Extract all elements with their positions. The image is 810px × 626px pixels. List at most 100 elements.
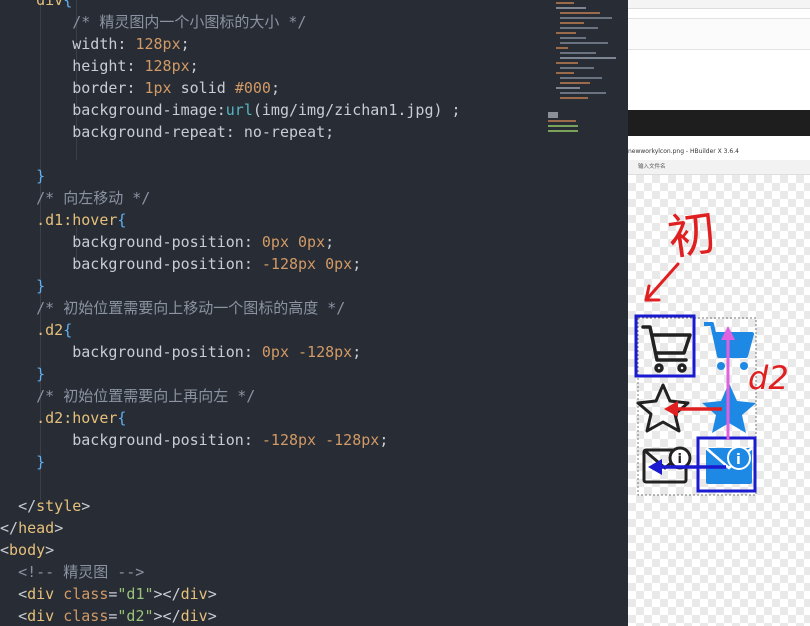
- code-token: "d2": [117, 607, 154, 625]
- code-token: div: [27, 585, 55, 603]
- code-token: ;: [325, 233, 335, 251]
- code-token: {: [117, 409, 127, 427]
- code-token: "d1": [117, 585, 154, 603]
- code-token: : no-repeat;: [225, 123, 335, 141]
- code-editor[interactable]: div{ /* 精灵图内一个小图标的大小 */ width: 128px; he…: [0, 0, 628, 626]
- code-token: div: [180, 585, 208, 603]
- code-token: #000: [234, 79, 271, 97]
- code-line: /* 精灵图内一个小图标的大小 */: [0, 11, 461, 33]
- code-token: background-position: [72, 255, 244, 273]
- code-token: </: [18, 497, 37, 515]
- code-token: /* 初始位置需要向上再向左 */: [36, 387, 256, 405]
- code-token: <: [18, 585, 28, 603]
- dark-band: [628, 110, 810, 136]
- code-line: background-repeat: no-repeat;: [0, 121, 461, 143]
- code-token: /* 向左移动 */: [36, 189, 151, 207]
- image-preview-window: newworkylcon.png - HBuilder X 3.6.4 输入文件…: [628, 0, 810, 626]
- search-placeholder: 输入文件名: [638, 164, 666, 170]
- code-line: background-position: 0px -128px;: [0, 341, 461, 363]
- code-token: background-position: [72, 233, 244, 251]
- code-line: div{: [0, 0, 461, 11]
- code-line: /* 初始位置需要向上移动一个图标的高度 */: [0, 297, 461, 319]
- code-token: background-image: [72, 101, 217, 119]
- code-token: class: [54, 585, 109, 603]
- code-token: ;: [352, 255, 362, 273]
- code-token: height: [72, 57, 127, 75]
- code-token: .d2:hover: [36, 409, 118, 427]
- code-token: /* 初始位置需要向上移动一个图标的高度 */: [36, 299, 346, 317]
- code-line: background-position: 0px 0px;: [0, 231, 461, 253]
- code-token: </: [0, 519, 19, 537]
- code-token: head: [18, 519, 55, 537]
- code-line: </style>: [0, 495, 461, 517]
- minimap[interactable]: [540, 0, 626, 140]
- code-line: <div class="d1"></div>: [0, 583, 461, 605]
- code-token: >: [81, 497, 91, 515]
- code-line: background-position: -128px -128px;: [0, 429, 461, 451]
- code-line: }: [0, 275, 461, 297]
- annotation-arrow-icon: [644, 262, 680, 302]
- code-token: url: [225, 101, 253, 119]
- code-line: width: 128px;: [0, 33, 461, 55]
- code-token: }: [36, 277, 46, 295]
- code-token: -128px -128px: [261, 431, 380, 449]
- code-token: ;: [379, 431, 389, 449]
- code-token: ></: [153, 607, 181, 625]
- file-search[interactable]: 输入文件名: [628, 160, 810, 175]
- code-token: :: [117, 35, 136, 53]
- code-token: ;: [189, 57, 199, 75]
- annotation-top: 初: [664, 205, 719, 267]
- code-token: >: [207, 585, 217, 603]
- code-line: <div class="d2"></div>: [0, 605, 461, 626]
- code-token: {: [63, 0, 73, 9]
- code-token: :: [243, 431, 262, 449]
- code-token: ;: [352, 343, 362, 361]
- code-token: :: [126, 79, 145, 97]
- code-line: <body>: [0, 539, 461, 561]
- code-token: :: [243, 255, 262, 273]
- code-token: 128px: [144, 57, 190, 75]
- mail-info-icon: i: [642, 446, 692, 484]
- code-token: .d1:hover: [36, 211, 118, 229]
- code-token: :: [243, 233, 262, 251]
- code-token: -128px 0px: [261, 255, 353, 273]
- code-token: div: [180, 607, 208, 625]
- code-token: background-repeat: [72, 123, 226, 141]
- code-token: style: [36, 497, 82, 515]
- code-token: solid: [171, 79, 235, 97]
- code-line: }: [0, 451, 461, 473]
- code-token: background-position: [72, 343, 244, 361]
- code-token: >: [54, 519, 64, 537]
- code-token: width: [72, 35, 118, 53]
- toolbar-strip: [628, 18, 810, 50]
- code-token: >: [207, 607, 217, 625]
- code-line: background-position: -128px 0px;: [0, 253, 461, 275]
- code-token: 0px 0px: [261, 233, 326, 251]
- code-lines: div{ /* 精灵图内一个小图标的大小 */ width: 128px; he…: [0, 0, 461, 626]
- code-token: 0px -128px: [261, 343, 353, 361]
- code-token: class: [54, 607, 109, 625]
- cart-icon: [641, 325, 692, 373]
- code-token: background-position: [72, 431, 244, 449]
